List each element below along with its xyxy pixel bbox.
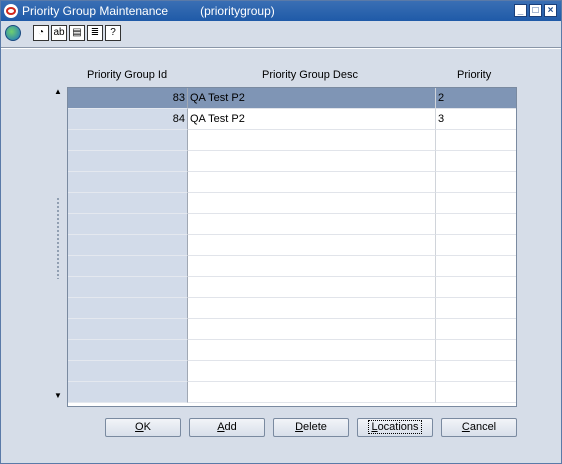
- oracle-logo-icon: [4, 4, 18, 18]
- cell-priority[interactable]: 3: [436, 109, 516, 130]
- delete-button[interactable]: Delete: [273, 418, 349, 437]
- window-title: Priority Group Maintenance: [22, 4, 169, 18]
- cell-priority[interactable]: [436, 382, 516, 403]
- cell-group-desc[interactable]: QA Test P2: [188, 88, 436, 109]
- cell-group-desc[interactable]: [188, 382, 436, 403]
- table-row[interactable]: [68, 130, 516, 151]
- cell-group-desc[interactable]: [188, 319, 436, 340]
- column-header-desc: Priority Group Desc: [262, 69, 358, 81]
- cancel-button[interactable]: Cancel: [441, 418, 517, 437]
- cell-group-id[interactable]: [68, 130, 188, 151]
- title-bar[interactable]: Priority Group Maintenance (prioritygrou…: [1, 1, 561, 21]
- window-module-name: (prioritygroup): [200, 4, 275, 18]
- globe-icon[interactable]: [5, 25, 21, 41]
- table-row[interactable]: [68, 277, 516, 298]
- cell-group-id[interactable]: [68, 361, 188, 382]
- cell-group-desc[interactable]: [188, 256, 436, 277]
- cell-group-id[interactable]: [68, 172, 188, 193]
- cell-group-desc[interactable]: [188, 193, 436, 214]
- print-icon[interactable]: ≣: [87, 25, 103, 41]
- cell-group-id[interactable]: [68, 193, 188, 214]
- cell-priority[interactable]: [436, 319, 516, 340]
- maximize-icon[interactable]: □: [529, 4, 542, 17]
- question-icon[interactable]: ?: [105, 25, 121, 41]
- ok-button[interactable]: OK: [105, 418, 181, 437]
- spellcheck-icon[interactable]: ab: [51, 25, 67, 41]
- column-header-id: Priority Group Id: [87, 69, 168, 81]
- cell-priority[interactable]: 2: [436, 88, 516, 109]
- locations-button[interactable]: Locations: [357, 418, 433, 437]
- cell-priority[interactable]: [436, 298, 516, 319]
- cell-priority[interactable]: [436, 361, 516, 382]
- cell-group-id[interactable]: [68, 256, 188, 277]
- cell-priority[interactable]: [436, 172, 516, 193]
- cell-group-desc[interactable]: QA Test P2: [188, 109, 436, 130]
- cell-group-desc[interactable]: [188, 277, 436, 298]
- cell-group-id[interactable]: [68, 319, 188, 340]
- cell-group-id[interactable]: [68, 214, 188, 235]
- cell-priority[interactable]: [436, 193, 516, 214]
- cell-priority[interactable]: [436, 235, 516, 256]
- notes-icon[interactable]: ▤: [69, 25, 85, 41]
- cell-group-id[interactable]: 83: [68, 88, 188, 109]
- cell-priority[interactable]: [436, 151, 516, 172]
- cell-priority[interactable]: [436, 340, 516, 361]
- toolbar: ◔ ab ▤ ≣ ?: [1, 21, 561, 45]
- cell-priority[interactable]: [436, 256, 516, 277]
- minimize-icon[interactable]: _: [514, 4, 527, 17]
- cell-group-desc[interactable]: [188, 151, 436, 172]
- cell-group-id[interactable]: [68, 235, 188, 256]
- add-button[interactable]: Add: [189, 418, 265, 437]
- cell-group-desc[interactable]: [188, 172, 436, 193]
- cell-priority[interactable]: [436, 214, 516, 235]
- cell-group-id[interactable]: [68, 277, 188, 298]
- cell-group-id[interactable]: 84: [68, 109, 188, 130]
- cell-priority[interactable]: [436, 130, 516, 151]
- table-row[interactable]: [68, 340, 516, 361]
- scroll-down-icon[interactable]: ▼: [53, 391, 63, 401]
- table-row[interactable]: [68, 298, 516, 319]
- table-row[interactable]: [68, 214, 516, 235]
- column-header-priority: Priority: [457, 69, 492, 81]
- scroll-grip[interactable]: [56, 197, 60, 279]
- priority-group-grid: 83 QA Test P2 2 84 QA Test P2 3: [67, 87, 517, 407]
- table-row[interactable]: [68, 361, 516, 382]
- toolbar-divider: [1, 47, 561, 49]
- vertical-scrollbar[interactable]: ▲ ▼: [51, 87, 65, 405]
- help-icon[interactable]: ◔: [33, 25, 49, 41]
- table-row[interactable]: [68, 235, 516, 256]
- cell-group-id[interactable]: [68, 382, 188, 403]
- priority-group-window: Priority Group Maintenance (prioritygrou…: [0, 0, 562, 464]
- cell-group-desc[interactable]: [188, 361, 436, 382]
- table-row[interactable]: 84 QA Test P2 3: [68, 109, 516, 130]
- cell-group-id[interactable]: [68, 340, 188, 361]
- table-row[interactable]: 83 QA Test P2 2: [68, 88, 516, 109]
- table-row[interactable]: [68, 193, 516, 214]
- cell-group-desc[interactable]: [188, 235, 436, 256]
- cell-group-id[interactable]: [68, 298, 188, 319]
- cell-group-desc[interactable]: [188, 214, 436, 235]
- cell-priority[interactable]: [436, 277, 516, 298]
- cell-group-desc[interactable]: [188, 340, 436, 361]
- cell-group-id[interactable]: [68, 151, 188, 172]
- scroll-up-icon[interactable]: ▲: [53, 87, 63, 97]
- window-controls: _ □ ×: [514, 4, 557, 17]
- table-row[interactable]: [68, 151, 516, 172]
- cell-group-desc[interactable]: [188, 298, 436, 319]
- cell-group-desc[interactable]: [188, 130, 436, 151]
- close-icon[interactable]: ×: [544, 4, 557, 17]
- table-row[interactable]: [68, 319, 516, 340]
- grid-header: Priority Group Id Priority Group Desc Pr…: [67, 69, 517, 85]
- table-row[interactable]: [68, 172, 516, 193]
- table-row[interactable]: [68, 382, 516, 403]
- table-row[interactable]: [68, 256, 516, 277]
